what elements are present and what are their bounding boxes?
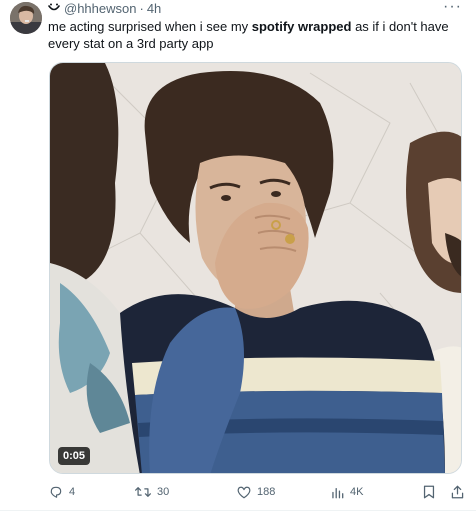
views-icon [331, 486, 344, 499]
repost-icon [135, 485, 151, 499]
like-count: 188 [257, 486, 276, 498]
repost-button[interactable]: 30 [135, 482, 169, 502]
more-icon[interactable]: ··· [443, 0, 462, 16]
avatar[interactable] [10, 2, 42, 34]
bookmark-icon [423, 485, 435, 499]
reply-button[interactable]: 4 [49, 482, 75, 502]
bookmark-button[interactable] [423, 482, 435, 502]
post-header: @hhhewson · 4h [48, 1, 161, 17]
repost-count: 30 [157, 486, 170, 498]
like-button[interactable]: 188 [237, 482, 275, 502]
tweet: @hhhewson · 4h ··· me acting surprised w… [0, 0, 476, 513]
post-time[interactable]: 4h [147, 1, 161, 17]
video-duration: 0:05 [58, 447, 91, 465]
action-bar: 4 30 188 4K [49, 482, 469, 502]
smile-icon [48, 1, 60, 17]
reply-count: 4 [69, 486, 76, 498]
views-count: 4K [350, 486, 364, 498]
share-icon [451, 485, 464, 499]
author-handle[interactable]: @hhhewson [64, 1, 136, 17]
video-thumbnail [50, 63, 461, 473]
post-text-bold: spotify wrapped [251, 19, 352, 34]
divider [0, 510, 476, 511]
post-text: me acting surprised when i see my spotif… [48, 18, 468, 52]
separator-dot: · [139, 1, 144, 16]
post-text-start: me acting surprised when i see my [48, 19, 252, 34]
reply-icon [49, 485, 63, 499]
video-player[interactable]: 0:05 [49, 62, 462, 474]
like-icon [237, 486, 251, 499]
share-button[interactable] [451, 482, 464, 502]
views-button[interactable]: 4K [331, 482, 363, 502]
